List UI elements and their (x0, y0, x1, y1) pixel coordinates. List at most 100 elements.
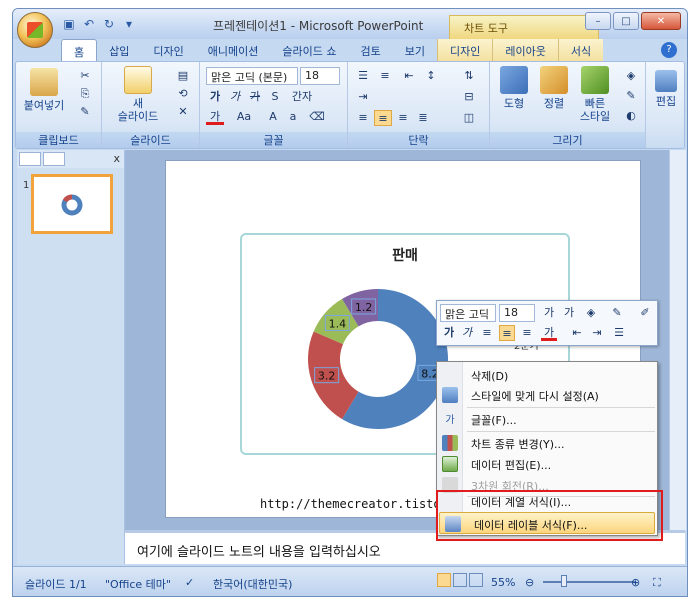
slides-tab-icon[interactable] (19, 152, 41, 166)
justify-icon[interactable]: ≣ (414, 110, 432, 126)
menu-item-change-chart-type[interactable]: 차트 종류 변경(Y)... (437, 432, 657, 454)
zoom-out-icon[interactable]: ⊖ (525, 576, 534, 589)
decrease-indent-icon[interactable]: ⇤ (400, 68, 418, 84)
bullets-icon[interactable]: ☰ (354, 68, 372, 84)
menu-item-edit-data[interactable]: 데이터 편집(E)... (437, 453, 657, 475)
quick-styles-button[interactable]: 빠른 스타일 (574, 66, 616, 123)
mini-font-color-icon[interactable]: 가 (541, 325, 557, 341)
vertical-scrollbar[interactable] (669, 150, 686, 530)
reset-icon[interactable]: ⟲ (174, 86, 192, 102)
tab-chart-design[interactable]: 디자인 (436, 39, 493, 61)
align-center-icon[interactable]: ≡ (374, 110, 392, 126)
cut-icon[interactable]: ✂ (76, 68, 94, 84)
arrange-button[interactable]: 정렬 (534, 66, 574, 110)
strikethrough-button[interactable]: 가 (246, 89, 264, 105)
notes-placeholder[interactable]: 여기에 슬라이드 노트의 내용을 입력하십시오 (137, 541, 381, 560)
change-case-button[interactable]: Aa (232, 109, 256, 125)
shape-outline-icon[interactable]: ✎ (622, 88, 640, 104)
minimize-button[interactable]: – (585, 12, 611, 30)
mini-font-size-combo[interactable]: 18 (499, 304, 535, 322)
close-button[interactable]: ✕ (641, 12, 681, 30)
menu-item-reset-style[interactable]: 스타일에 맞게 다시 설정(A) (437, 384, 657, 406)
italic-button[interactable]: 가 (226, 89, 244, 105)
customize-qat-icon[interactable]: ▾ (121, 16, 137, 32)
undo-icon[interactable]: ↶ (81, 16, 97, 32)
align-text-icon[interactable]: ⊟ (460, 89, 478, 105)
save-icon[interactable]: ▣ (61, 16, 77, 32)
maximize-button[interactable]: □ (613, 12, 639, 30)
smartart-icon[interactable]: ◫ (460, 110, 478, 126)
line-spacing-icon[interactable]: ↕ (422, 68, 440, 84)
mini-shrink-font-icon[interactable]: 가 (561, 305, 577, 321)
shape-effects-icon[interactable]: ◐ (622, 108, 640, 124)
paste-button[interactable]: 붙여넣기 (22, 68, 66, 112)
zoom-slider[interactable] (543, 581, 635, 583)
shape-fill-icon[interactable]: ◈ (622, 68, 640, 84)
tab-chart-layout[interactable]: 레이아웃 (492, 39, 558, 61)
menu-item-font[interactable]: 가 글꼴(F)... (437, 408, 657, 430)
format-painter-icon[interactable]: ✎ (76, 104, 94, 120)
mini-align-left-icon[interactable]: ≡ (479, 325, 495, 341)
font-size-combo[interactable]: 18 (300, 67, 340, 85)
mini-bold-button[interactable]: 가 (441, 325, 457, 341)
data-label[interactable]: 1.2 (355, 301, 373, 314)
normal-view-icon[interactable] (437, 573, 451, 587)
new-slide-button[interactable]: 새 슬라이드 (108, 66, 168, 123)
new-slide-icon (124, 66, 152, 94)
mini-fill-icon[interactable]: ◈ (583, 305, 599, 321)
fit-to-window-icon[interactable]: ⛶ (653, 576, 661, 590)
pane-close-icon[interactable]: x (113, 152, 120, 165)
menu-item-delete[interactable]: 삭제(D) (437, 364, 657, 386)
office-button[interactable] (17, 12, 53, 48)
text-direction-icon[interactable]: ⇅ (460, 68, 478, 84)
mini-align-center-icon[interactable]: ≡ (499, 325, 515, 341)
language-status[interactable]: 한국어(대한민국) (213, 576, 292, 592)
mini-grow-font-icon[interactable]: 가 (541, 305, 557, 321)
mini-format-painter-icon[interactable]: ✐ (637, 305, 653, 321)
grow-font-icon[interactable]: A (264, 109, 282, 125)
tab-chart-format[interactable]: 서식 (557, 39, 604, 61)
bold-button[interactable]: 가 (206, 89, 224, 105)
tab-insert[interactable]: 삽입 (97, 39, 141, 61)
tab-animations[interactable]: 애니메이션 (196, 39, 271, 61)
delete-slide-icon[interactable]: ✕ (174, 104, 192, 120)
font-color-button[interactable]: 가 (206, 109, 224, 125)
redo-icon[interactable]: ↻ (101, 16, 117, 32)
data-label[interactable]: 1.4 (329, 317, 347, 330)
shrink-font-icon[interactable]: a (284, 109, 302, 125)
editing-button[interactable]: 편집 (650, 70, 682, 108)
data-label[interactable]: 3.2 (318, 370, 336, 383)
align-right-icon[interactable]: ≡ (394, 110, 412, 126)
slide-thumbnail[interactable] (31, 174, 113, 234)
tab-design[interactable]: 디자인 (141, 39, 195, 61)
mini-outline-icon[interactable]: ✎ (609, 305, 625, 321)
mini-bullets-icon[interactable]: ☰ (611, 325, 627, 341)
char-spacing-button[interactable]: 간자 (288, 89, 316, 105)
tab-home[interactable]: 홈 (61, 39, 98, 61)
increase-indent-icon[interactable]: ⇥ (354, 89, 372, 105)
shapes-button[interactable]: 도형 (494, 66, 534, 110)
mini-decrease-indent-icon[interactable]: ⇤ (569, 325, 585, 341)
mini-align-right-icon[interactable]: ≡ (519, 325, 535, 341)
copy-icon[interactable]: ⎘ (76, 86, 94, 102)
mini-increase-indent-icon[interactable]: ⇥ (589, 325, 605, 341)
slideshow-view-icon[interactable] (469, 573, 483, 587)
zoom-in-icon[interactable]: ⊕ (631, 576, 640, 589)
outline-tab-icon[interactable] (43, 152, 65, 166)
layout-icon[interactable]: ▤ (174, 68, 192, 84)
tab-view[interactable]: 보기 (393, 39, 437, 61)
align-left-icon[interactable]: ≡ (354, 110, 372, 126)
font-name-combo[interactable]: 맑은 고딕 (본문) (206, 67, 298, 85)
clear-format-icon[interactable]: ⌫ (308, 109, 326, 125)
shadow-button[interactable]: S (266, 89, 284, 105)
mini-font-name-combo[interactable]: 맑은 고딕 (440, 304, 496, 322)
zoom-level[interactable]: 55% (491, 576, 515, 589)
tab-slideshow[interactable]: 슬라이드 쇼 (270, 39, 348, 61)
slide-sorter-icon[interactable] (453, 573, 467, 587)
zoom-slider-handle[interactable] (561, 575, 567, 587)
spellcheck-icon[interactable]: ✓ (185, 576, 194, 589)
tab-review[interactable]: 검토 (348, 39, 392, 61)
numbering-icon[interactable]: ≡ (376, 68, 394, 84)
mini-italic-button[interactable]: 가 (459, 325, 475, 341)
help-icon[interactable]: ? (661, 42, 677, 58)
